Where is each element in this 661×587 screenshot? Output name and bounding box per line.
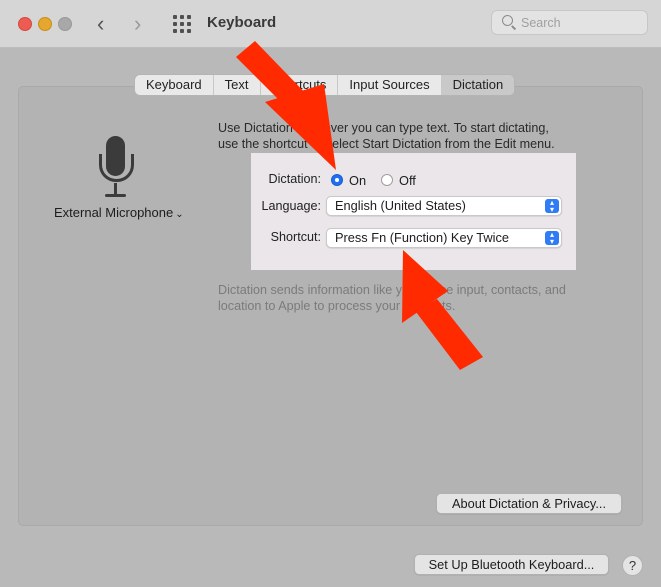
search-input[interactable] [521, 14, 636, 31]
window-title: Keyboard [207, 14, 277, 31]
help-button[interactable]: ? [622, 555, 643, 576]
language-value: English (United States) [335, 198, 466, 213]
back-button[interactable]: ‹ [97, 11, 104, 37]
settings-highlight-box: Dictation: On Off Language: English (Uni… [251, 153, 576, 270]
about-dictation-privacy-button[interactable]: About Dictation & Privacy... [436, 493, 622, 514]
tab-shortcuts[interactable]: Shortcuts [261, 75, 339, 95]
microphone-source-menu[interactable]: External Microphone ⌄ [54, 205, 184, 220]
forward-button[interactable]: › [134, 11, 141, 37]
intro-line-2: use the shortcut or select Start Dictati… [218, 137, 555, 151]
privacy-line-2: location to Apple to process your reques… [218, 299, 456, 313]
close-window-button[interactable] [18, 17, 32, 31]
shortcut-value: Press Fn (Function) Key Twice [335, 230, 510, 245]
microphone-source-label: External Microphone [54, 205, 174, 220]
chevron-updown-icon: ▴ ▾ [545, 231, 559, 246]
language-label: Language: [261, 199, 321, 213]
search-field[interactable] [491, 10, 648, 35]
tab-bar: Keyboard Text Shortcuts Input Sources Di… [134, 74, 516, 96]
search-icon [502, 15, 513, 26]
tab-text[interactable]: Text [214, 75, 261, 95]
language-popup[interactable]: English (United States) ▴ ▾ [326, 196, 562, 216]
chevron-down-icon: ⌄ [175, 209, 184, 220]
dictation-off-radio[interactable] [381, 174, 393, 186]
privacy-line-1: Dictation sends information like your vo… [218, 283, 566, 297]
title-bar: ‹ › Keyboard [0, 0, 661, 48]
tab-input-sources[interactable]: Input Sources [338, 75, 442, 95]
show-all-grid-icon[interactable] [173, 15, 191, 33]
dictation-intro-text: Use Dictation wherever you can type text… [218, 120, 598, 152]
zoom-window-button[interactable] [58, 17, 72, 31]
shortcut-popup[interactable]: Press Fn (Function) Key Twice ▴ ▾ [326, 228, 562, 248]
dictation-label: Dictation: [268, 172, 322, 186]
dictation-on-radio[interactable] [331, 174, 343, 186]
shortcut-label: Shortcut: [270, 230, 321, 244]
chevron-updown-icon: ▴ ▾ [545, 199, 559, 214]
privacy-notice-text: Dictation sends information like your vo… [218, 282, 618, 314]
intro-line-1: Use Dictation wherever you can type text… [218, 121, 549, 135]
tab-keyboard[interactable]: Keyboard [135, 75, 214, 95]
tab-dictation[interactable]: Dictation [441, 75, 515, 95]
microphone-icon [98, 136, 140, 202]
setup-bluetooth-keyboard-button[interactable]: Set Up Bluetooth Keyboard... [414, 554, 609, 575]
dictation-off-label[interactable]: Off [399, 173, 416, 188]
dictation-on-label[interactable]: On [349, 173, 366, 188]
minimize-window-button[interactable] [38, 17, 52, 31]
